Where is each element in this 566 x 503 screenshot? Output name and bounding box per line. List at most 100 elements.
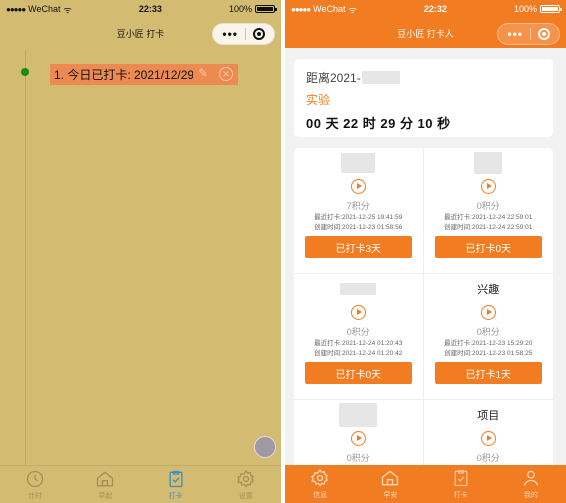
floating-action-button[interactable]: [254, 436, 276, 458]
item-title: [339, 403, 378, 427]
gear-icon: [311, 469, 329, 487]
countdown-title: 实验: [306, 93, 331, 107]
tab-bar: 信息 早安 打卡 我的: [285, 465, 566, 503]
home-icon: [382, 470, 399, 486]
gear-icon: [236, 469, 254, 488]
tab-settings[interactable]: 设置: [211, 466, 281, 503]
countdown-prefix: 距离2021-: [306, 71, 361, 85]
right-phone-screen: ●●●●● WeChat ᯤ 22:32 100% 豆小匠 打卡人 ••• 距离…: [285, 0, 566, 503]
checkin-grid: 7积分 最近打卡:2021-12-25 19:41:59 创建时间:2021-1…: [294, 148, 553, 503]
tab-mine[interactable]: 我的: [496, 465, 566, 503]
nav-bar: 豆小匠 打卡 •••: [0, 18, 281, 48]
tab-info[interactable]: 信息: [285, 465, 355, 503]
tab-label: 我的: [523, 492, 538, 499]
wifi-icon: ᯤ: [348, 4, 357, 15]
checkin-item[interactable]: 7积分 最近打卡:2021-12-25 19:41:59 创建时间:2021-1…: [294, 148, 424, 274]
tab-label: 设置: [238, 492, 253, 500]
item-points: 0积分: [476, 327, 500, 337]
play-icon[interactable]: [350, 305, 366, 320]
tab-timer[interactable]: 计时: [0, 466, 70, 503]
close-miniprogram-icon[interactable]: [537, 28, 550, 40]
item-title: [341, 153, 376, 173]
tab-morning[interactable]: 早安: [355, 465, 425, 503]
page-title: 豆小匠 打卡: [116, 28, 165, 39]
status-time: 22:33: [138, 4, 162, 14]
play-icon[interactable]: [350, 431, 366, 446]
user-icon: [523, 470, 539, 486]
edit-icon[interactable]: ✎: [198, 66, 208, 80]
item-last-checkin: 最近打卡:2021-12-25 19:41:59: [314, 214, 403, 221]
more-options-icon[interactable]: •••: [507, 28, 523, 40]
play-icon[interactable]: [350, 179, 366, 194]
capsule-divider: [529, 28, 531, 40]
tab-checkin[interactable]: 打卡: [426, 465, 496, 503]
clock-icon: [26, 470, 44, 487]
tab-checkin[interactable]: 打卡: [141, 466, 211, 503]
checkin-record[interactable]: 1. 今日已打卡: 2021/12/29 ✎ ✕: [50, 64, 238, 85]
tab-label: 打卡: [453, 492, 468, 499]
item-title: [474, 152, 503, 174]
checkin-item[interactable]: 0积分 最近打卡:2021-12-24 22:59:01 创建时间:2021-1…: [423, 148, 553, 274]
item-created: 创建时间:2021-12-23 01:58:25: [444, 350, 533, 357]
tab-label: 计时: [28, 492, 43, 500]
checkin-record-text: 1. 今日已打卡: 2021/12/29: [54, 68, 195, 82]
more-options-icon[interactable]: •••: [222, 28, 238, 40]
item-last-checkin: 最近打卡:2021-12-24 01:20:43: [314, 340, 403, 347]
item-points: 0积分: [476, 201, 500, 211]
item-points: 0积分: [476, 453, 500, 463]
tab-bar: 计时 早起 打卡 设置: [0, 465, 281, 503]
close-miniprogram-icon[interactable]: [252, 28, 265, 40]
left-phone-screen: ●●●●● WeChat ᯤ 22:33 100% 豆小匠 打卡 ••• 1. …: [0, 0, 281, 503]
item-title: 项目: [477, 410, 500, 422]
checkin-button[interactable]: 已打卡1天: [434, 362, 542, 384]
item-points: 0积分: [346, 453, 370, 463]
timeline-line: [25, 50, 26, 465]
status-bar: ●●●●● WeChat ᯤ 22:33 100%: [0, 0, 281, 18]
countdown-card[interactable]: 距离2021- 实验 00 天 22 时 29 分 10 秒: [294, 59, 553, 137]
signal-indicator: ●●●●●: [291, 4, 311, 14]
redacted-title: [474, 152, 503, 174]
tab-label: 早起: [98, 492, 113, 500]
play-icon[interactable]: [480, 179, 496, 194]
checklist-icon: [169, 470, 183, 487]
play-icon[interactable]: [480, 431, 496, 446]
item-title: [340, 279, 377, 299]
wifi-icon: ᯤ: [63, 4, 72, 15]
battery-percent: 100%: [228, 4, 252, 14]
signal-indicator: ●●●●●: [6, 4, 26, 14]
status-bar: ●●●●● WeChat ᯤ 22:32 100%: [285, 0, 566, 18]
redacted-title: [339, 403, 378, 427]
tab-early-rise[interactable]: 早起: [70, 466, 140, 503]
carrier-name: WeChat: [28, 4, 61, 14]
redacted-text: [361, 71, 400, 84]
redacted-title: [341, 153, 376, 173]
battery-percent: 100%: [513, 4, 537, 14]
item-created: 创建时间:2021-12-24 22:59:01: [444, 224, 533, 231]
capsule-divider: [244, 28, 246, 40]
checkin-button[interactable]: 已打卡0天: [434, 236, 542, 258]
page-title: 豆小匠 打卡人: [397, 28, 454, 39]
miniprogram-capsule: •••: [212, 23, 275, 45]
checkin-button[interactable]: 已打卡3天: [304, 236, 412, 258]
miniprogram-capsule: •••: [497, 23, 560, 45]
countdown-target: 距离2021-: [306, 69, 541, 86]
nav-bar: 豆小匠 打卡人 •••: [285, 18, 566, 48]
timeline-dot: [21, 68, 29, 76]
battery-icon: [255, 5, 277, 13]
checkin-item[interactable]: 兴趣 0积分 最近打卡:2021-12-23 15:29:20 创建时间:202…: [423, 274, 553, 400]
item-points: 7积分: [346, 201, 370, 211]
countdown-time: 00 天 22 时 29 分 10 秒: [306, 116, 451, 131]
tab-label: 信息: [313, 492, 328, 499]
checkin-button[interactable]: 已打卡0天: [304, 362, 412, 384]
item-points: 0积分: [346, 327, 370, 337]
home-icon: [97, 470, 114, 486]
redacted-title: [340, 283, 377, 295]
delete-icon[interactable]: ✕: [219, 67, 233, 81]
play-icon[interactable]: [480, 305, 496, 320]
tab-label: 打卡: [168, 492, 183, 500]
item-last-checkin: 最近打卡:2021-12-23 15:29:20: [444, 340, 533, 347]
header: ●●●●● WeChat ᯤ 22:32 100% 豆小匠 打卡人 •••: [285, 0, 566, 48]
tab-label: 早安: [383, 492, 398, 499]
battery-icon: [540, 5, 562, 13]
checkin-item[interactable]: 0积分 最近打卡:2021-12-24 01:20:43 创建时间:2021-1…: [294, 274, 424, 400]
